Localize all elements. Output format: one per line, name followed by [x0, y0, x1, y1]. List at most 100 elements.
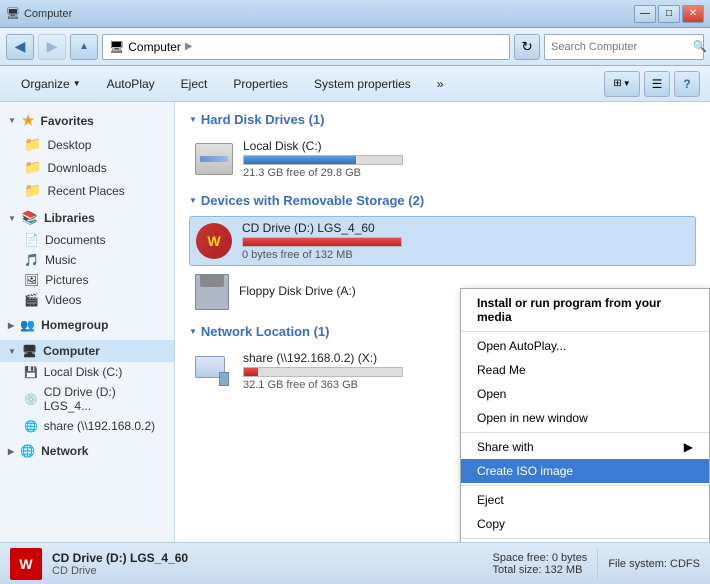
ctx-share-with[interactable]: Share with ▶ [461, 435, 709, 459]
computer-header[interactable]: ▼ 🖥 Computer [0, 340, 174, 362]
sidebar-item-documents[interactable]: 📄 Documents [0, 230, 174, 250]
share-icon: 🌐 [24, 420, 38, 433]
network-label: Network [41, 444, 88, 458]
main-area: ▼ ★ Favorites 📁 Desktop 📁 Downloads 📁 Re… [0, 102, 710, 542]
view-grid-icon: ⊞ [613, 78, 621, 89]
homegroup-chevron-icon: ▶ [8, 321, 14, 330]
view-options-button[interactable]: ⊞ ▼ [604, 71, 640, 97]
local-disk-drive-icon [195, 143, 233, 175]
hard-disk-drives-section-title: Hard Disk Drives (1) [189, 112, 696, 127]
favorites-star-icon: ★ [22, 112, 35, 129]
ctx-install-run[interactable]: Install or run program from your media [461, 291, 709, 329]
share-drive-icon [195, 356, 233, 386]
sidebar-item-share[interactable]: 🌐 share (\\192.168.0.2) [0, 416, 174, 436]
network-icon: 🌐 [20, 444, 35, 458]
favorites-header[interactable]: ▼ ★ Favorites [0, 108, 174, 133]
sidebar-item-recent-places[interactable]: 📁 Recent Places [0, 179, 174, 202]
ctx-open-new-window[interactable]: Open in new window [461, 406, 709, 430]
sidebar-item-local-disk[interactable]: 💾 Local Disk (C:) [0, 362, 174, 382]
recent-places-icon: 📁 [24, 182, 41, 199]
more-button[interactable]: » [426, 71, 455, 97]
sidebar-item-desktop[interactable]: 📁 Desktop [0, 133, 174, 156]
ctx-open[interactable]: Open [461, 382, 709, 406]
ctx-sep-3 [461, 485, 709, 486]
favorites-chevron-icon: ▼ [8, 116, 16, 125]
minimize-button[interactable]: — [634, 5, 656, 23]
local-disk-bar-fill [244, 156, 356, 164]
cd-drive-icon [196, 223, 232, 259]
computer-section-chevron-icon: ▼ [8, 347, 16, 356]
sidebar-item-downloads[interactable]: 📁 Downloads [0, 156, 174, 179]
ctx-eject[interactable]: Eject [461, 488, 709, 512]
ctx-read-me[interactable]: Read Me [461, 358, 709, 382]
refresh-button[interactable]: ↻ [514, 34, 540, 60]
title-bar-icon: 🖥 [6, 7, 20, 20]
sidebar-item-music[interactable]: 🎵 Music [0, 250, 174, 270]
share-drive-bar-fill [244, 368, 258, 376]
title-bar-text: Computer [24, 8, 72, 20]
status-space-info: Space free: 0 bytes Total size: 132 MB [493, 552, 588, 576]
ctx-create-iso[interactable]: Create ISO image [461, 459, 709, 483]
favorites-section: ▼ ★ Favorites 📁 Desktop 📁 Downloads 📁 Re… [0, 108, 174, 202]
address-bar: ◀ ▶ ▲ 🖥 Computer ▶ ↻ 🔍 [0, 28, 710, 66]
videos-icon: 🎬 [24, 293, 39, 307]
eject-button[interactable]: Eject [170, 71, 219, 97]
downloads-folder-icon: 📁 [24, 159, 41, 176]
cd-drive-sidebar-label: CD Drive (D:) LGS_4... [44, 385, 166, 413]
status-space-free: Space free: 0 bytes [493, 552, 588, 564]
view-dropdown-icon: ▼ [623, 79, 631, 88]
computer-section-label: Computer [43, 344, 100, 358]
favorites-label: Favorites [40, 114, 93, 128]
cd-drive-bar [242, 237, 402, 247]
system-properties-button[interactable]: System properties [303, 71, 422, 97]
close-button[interactable]: ✕ [682, 5, 704, 23]
cd-drive-space: 0 bytes free of 132 MB [242, 249, 689, 261]
ctx-create-shortcut[interactable]: Create shortcut [461, 541, 709, 542]
help-button[interactable]: ? [674, 71, 700, 97]
organize-button[interactable]: Organize ▼ [10, 71, 92, 97]
ctx-open-autoplay[interactable]: Open AutoPlay... [461, 334, 709, 358]
breadcrumb-arrow: ▶ [185, 41, 193, 52]
back-button[interactable]: ◀ [6, 34, 34, 60]
computer-breadcrumb-icon: 🖥 [109, 40, 124, 54]
removable-storage-section-title: Devices with Removable Storage (2) [189, 193, 696, 208]
title-bar: 🖥 Computer — □ ✕ [0, 0, 710, 28]
local-disk-info: Local Disk (C:) 21.3 GB free of 29.8 GB [243, 139, 690, 179]
libraries-header[interactable]: ▼ 📚 Libraries [0, 206, 174, 230]
cd-drive-sidebar-icon: 💿 [24, 393, 38, 406]
autoplay-button[interactable]: AutoPlay [96, 71, 166, 97]
toolbar: Organize ▼ AutoPlay Eject Properties Sys… [0, 66, 710, 102]
sidebar-item-videos[interactable]: 🎬 Videos [0, 290, 174, 310]
libraries-section: ▼ 📚 Libraries 📄 Documents 🎵 Music 🖼 Pict… [0, 206, 174, 310]
libraries-icon: 📚 [22, 210, 38, 226]
downloads-label: Downloads [47, 161, 106, 175]
local-disk-drive-item[interactable]: Local Disk (C:) 21.3 GB free of 29.8 GB [189, 135, 696, 183]
music-icon: 🎵 [24, 253, 39, 267]
local-disk-name: Local Disk (C:) [243, 139, 690, 153]
network-section: ▶ 🌐 Network [0, 440, 174, 462]
search-icon: 🔍 [693, 40, 707, 53]
content-area: Hard Disk Drives (1) Local Disk (C:) 21.… [175, 102, 710, 542]
homegroup-header[interactable]: ▶ 👥 Homegroup [0, 314, 174, 336]
ctx-copy[interactable]: Copy [461, 512, 709, 536]
cd-drive-item[interactable]: CD Drive (D:) LGS_4_60 0 bytes free of 1… [189, 216, 696, 266]
libraries-chevron-icon: ▼ [8, 214, 16, 223]
properties-button[interactable]: Properties [222, 71, 299, 97]
forward-button[interactable]: ▶ [38, 34, 66, 60]
music-label: Music [45, 253, 76, 267]
sidebar-item-cd-drive[interactable]: 💿 CD Drive (D:) LGS_4... [0, 382, 174, 416]
status-filesystem: File system: CDFS [608, 558, 700, 570]
up-button[interactable]: ▲ [70, 34, 98, 60]
toolbar-right: ⊞ ▼ ☰ ? [604, 71, 700, 97]
network-header[interactable]: ▶ 🌐 Network [0, 440, 174, 462]
search-input[interactable] [551, 41, 693, 53]
share-with-arrow-icon: ▶ [684, 440, 693, 454]
libraries-label: Libraries [44, 211, 95, 225]
sidebar: ▼ ★ Favorites 📁 Desktop 📁 Downloads 📁 Re… [0, 102, 175, 542]
breadcrumb-bar[interactable]: 🖥 Computer ▶ [102, 34, 510, 60]
sidebar-item-pictures[interactable]: 🖼 Pictures [0, 270, 174, 290]
maximize-button[interactable]: □ [658, 5, 680, 23]
preview-pane-button[interactable]: ☰ [644, 71, 670, 97]
homegroup-icon: 👥 [20, 318, 35, 332]
computer-section-icon: 🖥 [22, 344, 37, 358]
